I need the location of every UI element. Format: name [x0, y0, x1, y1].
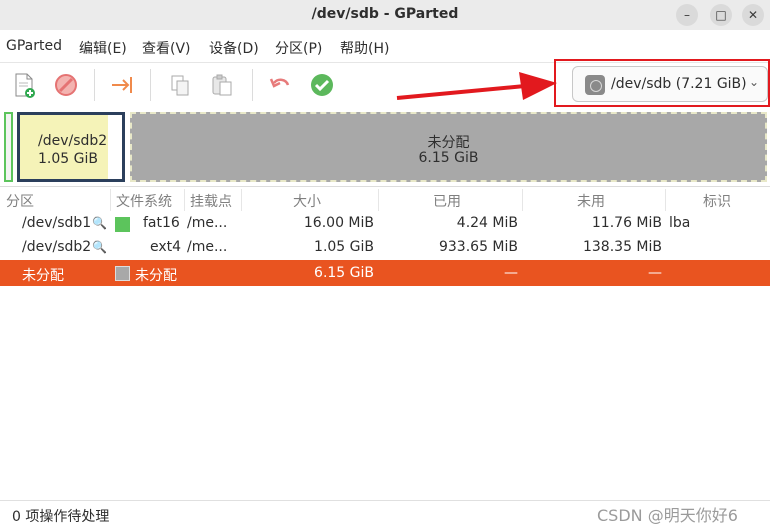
map-unallocated[interactable]: 未分配 6.15 GiB: [130, 112, 767, 182]
row-mountpoint: /me...: [187, 239, 228, 255]
header-used[interactable]: 已用: [433, 191, 461, 211]
minimize-icon[interactable]: –: [676, 4, 698, 26]
map-unallocated-name: 未分配: [427, 135, 470, 151]
header-partition[interactable]: 分区: [6, 191, 34, 211]
header-size[interactable]: 大小: [293, 191, 321, 211]
row-filesystem: fat16: [143, 215, 180, 231]
paste-icon[interactable]: [208, 71, 236, 99]
row-size: 16.00 MiB: [303, 215, 374, 231]
key-icon: 🔍: [92, 216, 107, 230]
map-partition-sdb2[interactable]: /dev/sdb2 1.05 GiB: [17, 112, 125, 182]
menu-help[interactable]: 帮助(H): [340, 38, 389, 58]
row-used: —: [504, 265, 518, 281]
apply-icon[interactable]: [308, 71, 336, 99]
menu-bar: GParted 编辑(E) 查看(V) 设备(D) 分区(P) 帮助(H): [0, 38, 770, 60]
fs-color-swatch: [115, 266, 130, 281]
header-filesystem[interactable]: 文件系统: [116, 191, 172, 211]
close-icon[interactable]: ✕: [742, 4, 764, 26]
new-partition-icon[interactable]: [10, 71, 38, 99]
row-size: 1.05 GiB: [314, 239, 374, 255]
menu-device[interactable]: 设备(D): [209, 38, 259, 58]
menu-gparted[interactable]: GParted: [6, 38, 62, 54]
row-flags: lba: [669, 215, 691, 231]
row-size: 6.15 GiB: [314, 265, 374, 281]
partition-map: /dev/sdb2 1.05 GiB 未分配 6.15 GiB: [0, 108, 770, 184]
menu-view[interactable]: 查看(V): [142, 38, 191, 58]
resize-move-icon[interactable]: [108, 71, 136, 99]
header-unused[interactable]: 未用: [577, 191, 605, 211]
copy-icon[interactable]: [166, 71, 194, 99]
key-icon: 🔍: [92, 240, 107, 254]
map-sdb2-size: 1.05 GiB: [38, 151, 98, 167]
window-title: /dev/sdb - GParted: [311, 6, 459, 22]
table-header: 分区 文件系统 挂载点 大小 已用 未用 标识: [0, 186, 770, 212]
header-flags[interactable]: 标识: [703, 191, 731, 211]
pending-operations-text: 0 项操作待处理: [12, 509, 110, 525]
map-sdb2-name: /dev/sdb2: [38, 133, 108, 149]
partition-table: 分区 文件系统 挂载点 大小 已用 未用 标识 /dev/sdb1 🔍 fat1…: [0, 186, 770, 286]
table-row[interactable]: /dev/sdb2 🔍 ext4 /me... 1.05 GiB 933.65 …: [0, 236, 770, 260]
table-row-selected[interactable]: 未分配 未分配 6.15 GiB — —: [0, 260, 770, 286]
row-used: 4.24 MiB: [456, 215, 518, 231]
undo-icon[interactable]: [266, 71, 294, 99]
menu-edit[interactable]: 编辑(E): [79, 38, 127, 58]
title-bar: /dev/sdb - GParted – □ ✕: [0, 0, 770, 30]
delete-icon[interactable]: [52, 71, 80, 99]
maximize-icon[interactable]: □: [710, 4, 732, 26]
fs-color-swatch: [115, 217, 130, 232]
row-partition: 未分配: [22, 268, 64, 284]
row-filesystem: ext4: [150, 239, 182, 255]
watermark: CSDN @明天你好6: [597, 506, 738, 525]
annotation-arrow-icon: [396, 72, 557, 100]
map-partition-sdb1[interactable]: [4, 112, 13, 182]
header-mountpoint[interactable]: 挂载点: [190, 191, 232, 211]
row-partition: /dev/sdb2: [22, 239, 92, 255]
annotation-highlight-box: [554, 59, 770, 107]
map-unallocated-size: 6.15 GiB: [418, 150, 479, 166]
table-row[interactable]: /dev/sdb1 🔍 fat16 /me... 16.00 MiB 4.24 …: [0, 212, 770, 236]
row-used: 933.65 MiB: [438, 239, 518, 255]
row-partition: /dev/sdb1: [22, 215, 92, 231]
menu-partition[interactable]: 分区(P): [275, 38, 322, 58]
row-unused: 138.35 MiB: [582, 239, 662, 255]
row-filesystem: 未分配: [135, 268, 177, 284]
row-mountpoint: /me...: [187, 215, 228, 231]
row-unused: —: [648, 265, 662, 281]
row-unused: 11.76 MiB: [591, 215, 662, 231]
